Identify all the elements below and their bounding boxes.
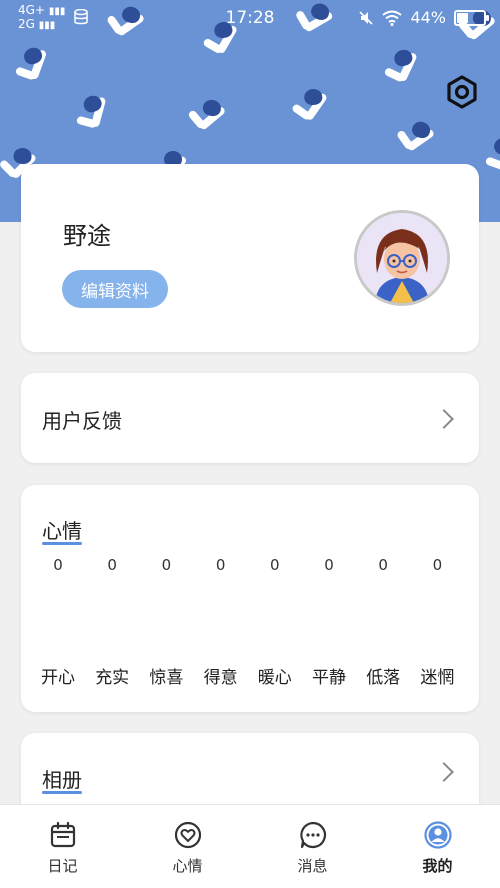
nickname: 野途 (63, 222, 111, 250)
status-bar: 4G+ ▮▮▮ 2G ▮▮▮ 17:28 44% (0, 0, 500, 36)
battery-percent: 44% (410, 8, 446, 27)
chevron-right-icon (434, 409, 454, 429)
mood-label: 暖心 (257, 668, 292, 688)
tab-diary[interactable]: 日记 (0, 805, 125, 888)
avatar-illustration (357, 213, 447, 303)
mood-label: 低落 (366, 668, 401, 688)
heart-icon (174, 821, 201, 849)
tab-mine-label: 我的 (422, 857, 453, 875)
mood-label: 得意 (203, 668, 238, 688)
mood-title-underline (42, 542, 82, 545)
feedback-label: 用户反馈 (42, 409, 122, 433)
settings-icon[interactable] (444, 74, 480, 110)
tab-mine[interactable]: 我的 (375, 805, 500, 888)
mood-count: 0 (324, 556, 334, 574)
album-title: 相册 (42, 768, 82, 792)
mood-count: 0 (215, 556, 226, 574)
mood-label: 迷惘 (420, 668, 455, 688)
album-title-underline (42, 791, 82, 794)
feedback-row[interactable]: 用户反馈 (21, 373, 479, 463)
mood-count: 0 (432, 556, 443, 574)
tab-mood[interactable]: 心情 (125, 805, 250, 888)
calendar-icon (50, 821, 75, 848)
tab-messages-label: 消息 (297, 857, 328, 875)
mood-label: 惊喜 (149, 668, 184, 688)
battery-icon (454, 9, 489, 26)
mood-title: 心情 (42, 519, 82, 543)
profile-card: 野途 编辑资料 (21, 164, 479, 352)
wifi-icon (382, 10, 403, 26)
tab-mood-label: 心情 (172, 857, 203, 875)
mood-count: 0 (378, 556, 388, 574)
mood-count: 0 (270, 556, 280, 574)
tab-messages[interactable]: 消息 (250, 805, 375, 888)
mood-label: 生 (465, 663, 479, 688)
mood-label: 平静 (312, 668, 346, 688)
edit-profile-button[interactable]: 编辑资料 (62, 270, 168, 308)
chevron-right-icon (434, 762, 454, 782)
mood-card: 心情 0 开心 0 充实 0 惊喜 0 得意 0 暖心 0 平静 0 低落 0 迷惘生 (21, 485, 479, 712)
battery-level (457, 12, 468, 23)
mood-label: 充实 (95, 668, 130, 688)
chat-icon (299, 821, 326, 849)
profile-icon (423, 821, 452, 849)
tab-diary-label: 日记 (47, 857, 78, 875)
mood-count: 0 (161, 556, 172, 574)
mood-count: 0 (53, 556, 63, 574)
bottom-tab-bar: 日记 心情 消息 我的 (0, 804, 500, 888)
status-right: 44% (358, 8, 489, 27)
avatar[interactable] (354, 210, 450, 306)
mute-icon (359, 10, 374, 25)
mood-label: 开心 (41, 668, 75, 688)
mood-count: 0 (107, 556, 117, 574)
